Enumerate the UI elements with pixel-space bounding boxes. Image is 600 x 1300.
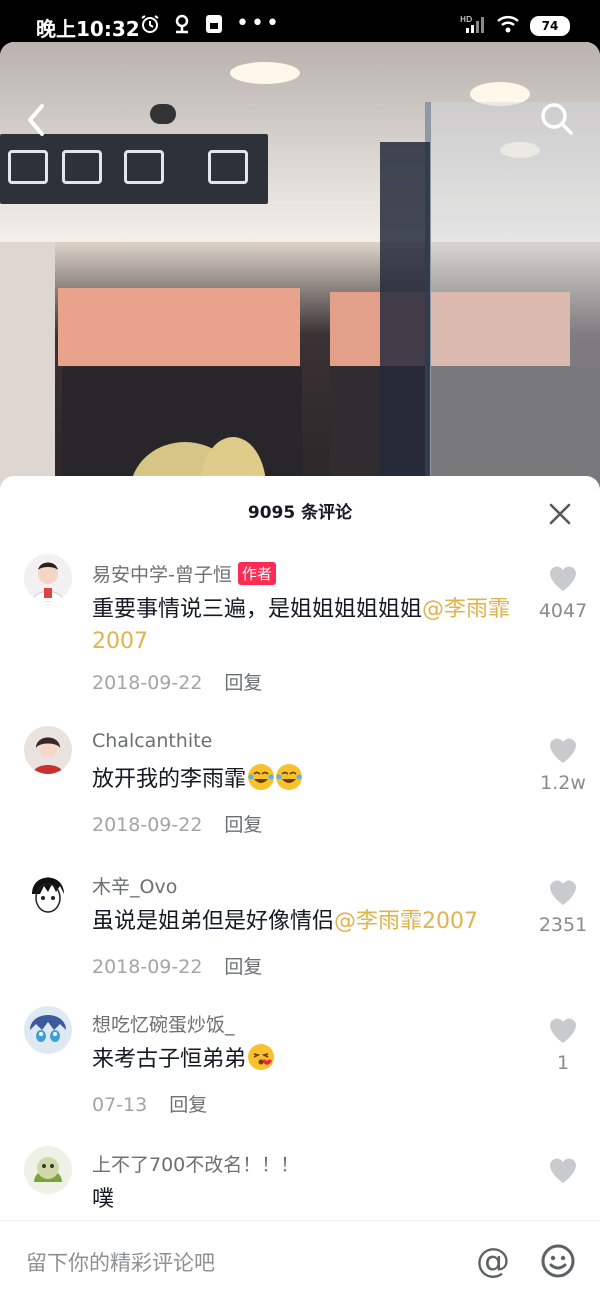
heart-icon[interactable] xyxy=(548,564,578,592)
laughing-crying-emoji xyxy=(248,764,275,790)
location-icon xyxy=(172,14,192,34)
comment-body: 虽说是姐弟但是好像情侣 xyxy=(92,909,335,934)
comment-meta: 2018-09-22 回复 xyxy=(92,810,262,837)
battery-indicator: 74 xyxy=(530,16,570,36)
comment-date: 2018-09-22 xyxy=(92,672,203,694)
comment-meta: 07-13 回复 xyxy=(92,1090,207,1117)
video-scene-light xyxy=(230,62,300,84)
like-button[interactable]: 1 xyxy=(530,1016,596,1074)
wifi-icon xyxy=(496,14,520,38)
emoji-picker-icon[interactable] xyxy=(540,1243,576,1279)
comment-text: 重要事情说三遍，是姐姐姐姐姐姐@李雨霏2007 xyxy=(92,594,532,658)
comment-text: 虽说是姐弟但是好像情侣@李雨霏2007 xyxy=(92,906,532,938)
video-scene-sign-glyph xyxy=(124,150,164,184)
signal-label: HD xyxy=(460,15,472,24)
video-scene-camera xyxy=(150,104,176,124)
heart-icon[interactable] xyxy=(548,878,578,906)
avatar[interactable] xyxy=(24,554,72,602)
avatar[interactable] xyxy=(24,868,72,916)
status-icons-left: ••• xyxy=(140,11,281,36)
comment-username[interactable]: 木辛_Ovo xyxy=(92,872,177,899)
avatar[interactable] xyxy=(24,726,72,774)
like-button[interactable]: 1.2w xyxy=(530,736,596,794)
comment-text: 放开我的李雨霏 xyxy=(92,764,532,796)
kiss-emoji xyxy=(248,1044,275,1070)
heart-icon[interactable] xyxy=(548,736,578,764)
heart-icon[interactable] xyxy=(548,1016,578,1044)
comment-body: 来考古子恒弟弟 xyxy=(92,1047,247,1072)
search-icon[interactable] xyxy=(538,100,576,138)
video-scene-sign-glyph xyxy=(208,150,248,184)
more-notifications-icon: ••• xyxy=(236,11,281,36)
like-count: 2351 xyxy=(538,914,588,936)
like-count: 1.2w xyxy=(540,772,586,794)
laughing-crying-emoji xyxy=(276,764,303,790)
comment-username[interactable]: Chalcanthite xyxy=(92,730,212,752)
video-scene-pillar xyxy=(380,142,430,492)
like-button[interactable]: 4047 xyxy=(530,564,596,622)
comment-meta: 2018-09-22 回复 xyxy=(92,952,262,979)
like-count: 1 xyxy=(556,1052,570,1074)
comment-body: 放开我的李雨霏 xyxy=(92,767,247,792)
comment-username-text[interactable]: 易安中学-曾子恒 xyxy=(92,564,232,586)
comment-body: 噗 xyxy=(92,1187,115,1212)
video-player[interactable] xyxy=(0,42,600,492)
comment-date: 2018-09-22 xyxy=(92,956,203,978)
video-scene-glass xyxy=(425,102,600,492)
comment-date: 2018-09-22 xyxy=(92,814,203,836)
comments-sheet: 9095 条评论 易安中学-曾子恒 作者 重要事情说三遍，是姐姐姐姐姐姐@李雨霏2… xyxy=(0,476,600,1300)
comment-body: 重要事情说三遍，是姐姐姐姐姐姐 xyxy=(92,597,423,622)
reply-button[interactable]: 回复 xyxy=(169,1094,207,1116)
video-scene-sign-glyph xyxy=(62,150,102,184)
status-time: 晚上10:32 xyxy=(36,17,140,41)
comment-input-bar: 留下你的精彩评论吧 @ xyxy=(0,1220,600,1300)
reply-button[interactable]: 回复 xyxy=(224,956,262,978)
cell-signal-icon: HD xyxy=(460,14,486,38)
comment-text: 噗 xyxy=(92,1184,532,1216)
mention-at-icon[interactable]: @ xyxy=(476,1241,510,1281)
status-icons-right: HD 74 xyxy=(460,14,570,38)
close-icon[interactable] xyxy=(546,500,574,528)
author-badge: 作者 xyxy=(237,562,276,585)
comment-date: 07-13 xyxy=(92,1094,148,1116)
avatar[interactable] xyxy=(24,1146,72,1194)
comment-text: 来考古子恒弟弟 xyxy=(92,1044,532,1076)
comment-input[interactable]: 留下你的精彩评论吧 xyxy=(26,1247,215,1277)
like-button[interactable] xyxy=(530,1156,596,1184)
video-scene-sign-glyph xyxy=(8,150,48,184)
reply-button[interactable]: 回复 xyxy=(224,814,262,836)
comment-username[interactable]: 想吃忆碗蛋炒饭_ xyxy=(92,1010,235,1037)
video-scene-banner xyxy=(58,288,300,366)
heart-icon[interactable] xyxy=(548,1156,578,1184)
video-scene-wall xyxy=(0,242,55,492)
comment-meta: 2018-09-22 回复 xyxy=(92,668,262,695)
comments-count-title: 9095 条评论 xyxy=(247,503,353,523)
back-icon[interactable] xyxy=(22,100,52,140)
avatar[interactable] xyxy=(24,1006,72,1054)
mention-link[interactable]: @李雨霏2007 xyxy=(334,909,478,934)
comment-username[interactable]: 上不了700不改名！！！ xyxy=(92,1150,299,1177)
reply-button[interactable]: 回复 xyxy=(224,672,262,694)
alarm-icon xyxy=(140,14,160,34)
comment-username[interactable]: 易安中学-曾子恒 作者 xyxy=(92,560,276,587)
notification-app-icon xyxy=(204,14,224,34)
like-button[interactable]: 2351 xyxy=(530,878,596,936)
like-count: 4047 xyxy=(538,600,588,622)
